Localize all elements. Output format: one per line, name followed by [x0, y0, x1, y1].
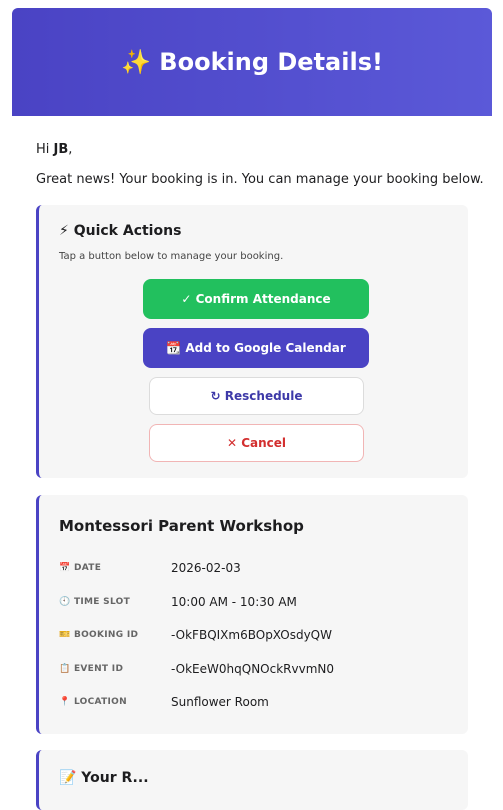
greeting: Hi JB, [36, 142, 72, 157]
reminder-title: 📝 Your R... [59, 770, 149, 786]
location-value: Sunflower Room [171, 695, 269, 709]
greeting-name: JB [53, 142, 69, 157]
greeting-prefix: Hi [36, 142, 54, 157]
event-id-value: -OkEeW0hqQNOckRvvmN0 [171, 662, 335, 676]
page-title: ✨ Booking Details! [121, 48, 383, 76]
reschedule-button[interactable]: ↻ Reschedule [149, 377, 364, 415]
detail-row-time-slot: 🕙 TIME SLOT 10:00 AM - 10:30 AM [59, 592, 459, 612]
confirm-attendance-button[interactable]: ✓ Confirm Attendance [143, 279, 369, 319]
greeting-suffix: , [68, 142, 73, 157]
detail-row-location: 📍 LOCATION Sunflower Room [59, 692, 459, 712]
detail-row-event-id: 📋 EVENT ID -OkEeW0hqQNOckRvvmN0 [59, 659, 459, 679]
intro-text: Great news! Your booking is in. You can … [36, 172, 484, 187]
quick-actions-hint: Tap a button below to manage your bookin… [59, 251, 284, 262]
reminder-card: 📝 Your R... [36, 750, 468, 810]
detail-row-date: 📅 DATE 2026-02-03 [59, 558, 459, 578]
detail-row-booking-id: 🎫 BOOKING ID -OkFBQIXm6BOpXOsdyQW [59, 625, 459, 645]
quick-actions-card: ⚡ Quick Actions Tap a button below to ma… [36, 205, 468, 478]
booking-id-label: 🎫 BOOKING ID [59, 630, 139, 640]
location-label: 📍 LOCATION [59, 697, 127, 707]
time-slot-value: 10:00 AM - 10:30 AM [171, 595, 297, 609]
quick-actions-title: ⚡ Quick Actions [59, 223, 182, 239]
header-banner: ✨ Booking Details! [12, 8, 492, 116]
booking-id-value: -OkFBQIXm6BOpXOsdyQW [171, 628, 332, 642]
cancel-button[interactable]: ✕ Cancel [149, 424, 364, 462]
booking-details-card: Montessori Parent Workshop 📅 DATE 2026-0… [36, 495, 468, 734]
date-value: 2026-02-03 [171, 561, 241, 575]
event-id-label: 📋 EVENT ID [59, 664, 124, 674]
event-title: Montessori Parent Workshop [59, 517, 304, 535]
date-label: 📅 DATE [59, 563, 102, 573]
time-slot-label: 🕙 TIME SLOT [59, 597, 131, 607]
add-to-google-calendar-button[interactable]: 📆 Add to Google Calendar [143, 328, 369, 368]
